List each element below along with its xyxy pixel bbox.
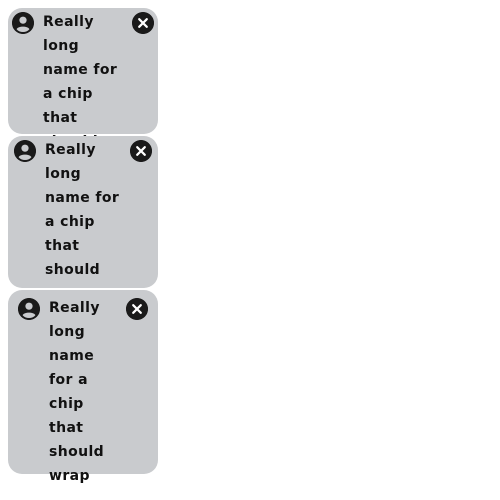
- close-icon[interactable]: [130, 140, 152, 162]
- chip-label: Really long name for a chip that should …: [49, 300, 105, 484]
- account-circle-icon: [18, 298, 40, 320]
- close-icon[interactable]: [132, 12, 154, 34]
- account-circle-icon: [14, 140, 36, 162]
- account-circle-icon: [12, 12, 34, 34]
- chip[interactable]: Really long name for a chip that should …: [8, 290, 158, 484]
- chip[interactable]: Really long name for a chip that should …: [8, 136, 158, 302]
- close-icon[interactable]: [126, 298, 148, 320]
- chip[interactable]: Really long name for a chip that should …: [8, 8, 158, 174]
- chip-label: Really long name for a chip that should …: [45, 142, 120, 302]
